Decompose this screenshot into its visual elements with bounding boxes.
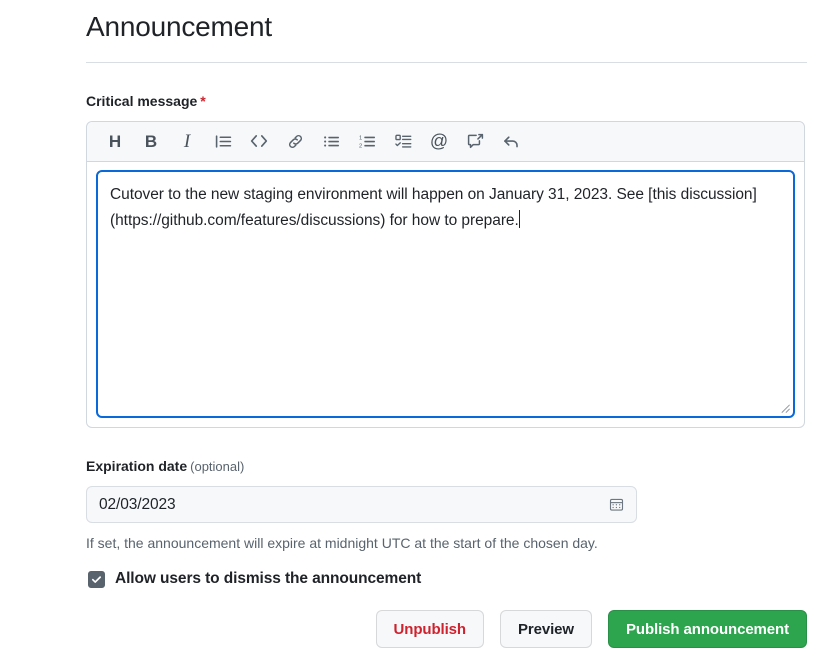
- italic-glyph: I: [183, 130, 191, 152]
- markdown-editor-body: Cutover to the new staging environment w…: [87, 162, 804, 427]
- resize-grip-icon[interactable]: [778, 401, 791, 414]
- heading-icon[interactable]: H: [101, 127, 129, 155]
- italic-icon[interactable]: I: [173, 127, 201, 155]
- required-asterisk: *: [200, 93, 206, 109]
- critical-message-textarea[interactable]: Cutover to the new staging environment w…: [96, 169, 795, 418]
- critical-message-label-text: Critical message: [86, 93, 198, 109]
- cross-reference-icon[interactable]: [461, 127, 489, 155]
- unpublish-button[interactable]: Unpublish: [375, 610, 484, 649]
- link-icon[interactable]: [281, 127, 309, 155]
- markdown-toolbar: H B I 1 2 @: [87, 121, 804, 162]
- unordered-list-icon[interactable]: [317, 127, 345, 155]
- calendar-icon[interactable]: [606, 495, 626, 515]
- expiration-date-label: Expiration date (optional): [86, 457, 807, 477]
- dismiss-checkbox[interactable]: [88, 570, 105, 588]
- task-list-icon[interactable]: [389, 127, 417, 155]
- code-icon[interactable]: [245, 127, 273, 155]
- critical-message-value: Cutover to the new staging environment w…: [110, 185, 757, 229]
- announcement-form: Announcement Critical message * H B I 1 …: [86, 0, 807, 649]
- preview-button[interactable]: Preview: [499, 610, 592, 649]
- expiration-optional-note: (optional): [190, 458, 245, 474]
- bold-glyph: B: [144, 131, 158, 151]
- form-actions: Unpublish Preview Publish announcement: [86, 610, 807, 649]
- saved-reply-icon[interactable]: [497, 127, 525, 155]
- expiration-date-input[interactable]: 02/03/2023: [86, 486, 637, 524]
- publish-announcement-button[interactable]: Publish announcement: [607, 610, 807, 649]
- dismiss-checkbox-label[interactable]: Allow users to dismiss the announcement: [115, 570, 421, 588]
- critical-message-text: Cutover to the new staging environment w…: [110, 182, 781, 234]
- mention-glyph: @: [429, 131, 449, 152]
- dismiss-option-row: Allow users to dismiss the announcement: [86, 570, 807, 588]
- mention-icon[interactable]: @: [425, 127, 453, 155]
- expiration-date-value: 02/03/2023: [99, 495, 176, 513]
- text-caret: [518, 209, 520, 228]
- title-divider: [86, 62, 807, 63]
- bold-icon[interactable]: B: [137, 127, 165, 155]
- quote-icon[interactable]: [209, 127, 237, 155]
- critical-message-label: Critical message *: [86, 92, 807, 112]
- ordered-list-icon[interactable]: 1 2: [353, 127, 381, 155]
- expiration-date-label-text: Expiration date: [86, 457, 188, 474]
- svg-text:2: 2: [359, 143, 362, 149]
- heading-glyph: H: [108, 131, 122, 151]
- svg-text:1: 1: [359, 135, 362, 141]
- markdown-editor-container: H B I 1 2 @ Cutover to the new staging e…: [86, 120, 805, 428]
- page-title: Announcement: [86, 11, 272, 42]
- expiration-helper-text: If set, the announcement will expire at …: [86, 535, 598, 552]
